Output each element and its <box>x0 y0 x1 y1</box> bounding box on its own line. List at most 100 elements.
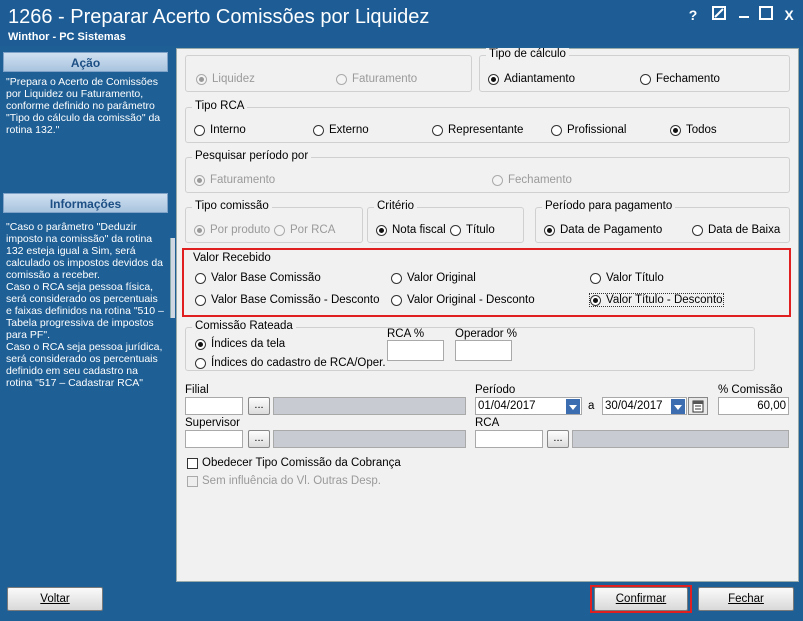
radio-dot <box>194 224 205 236</box>
rca-name-field <box>572 430 789 448</box>
left-help-panel: Ação "Prepara o Acerto de Comissões por … <box>3 50 168 582</box>
radio-dot <box>195 272 206 284</box>
radio-por-produto[interactable]: Por produto <box>194 224 270 236</box>
acao-text: "Prepara o Acerto de Comissões por Liqui… <box>6 76 161 136</box>
radio-dot <box>450 224 461 236</box>
radio-por-rca[interactable]: Por RCA <box>274 224 335 236</box>
criterio-title: Critério <box>374 200 418 212</box>
window-subtitle: Winthor - PC Sistemas <box>8 31 126 43</box>
radio-todos[interactable]: Todos <box>670 124 717 136</box>
window-title: 1266 - Preparar Acerto Comissões por Liq… <box>8 6 430 28</box>
maximize-button[interactable] <box>757 6 775 24</box>
radio-data-baixa[interactable]: Data de Baixa <box>692 224 780 236</box>
periodo-a-label: a <box>588 400 595 412</box>
radio-valor-base-comissao[interactable]: Valor Base Comissão <box>195 272 321 284</box>
acao-header: Ação <box>3 52 168 72</box>
rca-pct-input[interactable] <box>387 340 444 361</box>
radio-nota-fiscal[interactable]: Nota fiscal <box>376 224 446 236</box>
radio-interno[interactable]: Interno <box>194 124 246 136</box>
radio-dot <box>590 272 601 284</box>
radio-dot <box>670 124 681 136</box>
radio-faturamento[interactable]: Faturamento <box>336 73 417 85</box>
checkbox-box <box>187 457 198 469</box>
radio-titulo[interactable]: Título <box>450 224 495 236</box>
radio-dot <box>590 294 601 306</box>
rca-label: RCA <box>475 417 500 429</box>
pesquisar-periodo-group: Pesquisar período por Faturamento Fecham… <box>185 150 790 193</box>
supervisor-code-input[interactable] <box>185 430 243 448</box>
main-form: Liquidez Faturamento Tipo de cálculo Adi… <box>176 48 799 582</box>
title-bar: 1266 - Preparar Acerto Comissões por Liq… <box>0 0 803 46</box>
periodo-ate-input[interactable]: 30/04/2017 <box>602 397 687 415</box>
calendar-icon[interactable] <box>688 397 708 415</box>
radio-dot <box>196 73 207 85</box>
periodo-ate-value: 30/04/2017 <box>605 400 663 412</box>
tipo-comissao-title: Tipo comissão <box>192 200 272 212</box>
radio-fechamento[interactable]: Fechamento <box>640 73 720 85</box>
filial-name-field <box>273 397 466 415</box>
radio-pesq-faturamento[interactable]: Faturamento <box>194 174 275 186</box>
help-button[interactable]: ? <box>684 6 702 24</box>
sem-influencia-checkbox[interactable]: Sem influência do Vl. Outras Desp. <box>187 475 381 487</box>
tipo-calculo-title: Tipo de cálculo <box>486 48 569 60</box>
pct-comissao-label: % Comissão <box>718 384 783 396</box>
radio-profissional[interactable]: Profissional <box>551 124 626 136</box>
periodo-de-input[interactable]: 01/04/2017 <box>475 397 582 415</box>
close-button[interactable]: X <box>780 6 798 24</box>
radio-valor-titulo[interactable]: Valor Título <box>590 272 664 284</box>
tipo-rca-group: Tipo RCA Interno Externo Representante P… <box>185 100 790 143</box>
tipo-calculo-group: Tipo de cálculo Adiantamento Fechamento <box>479 48 790 92</box>
criterio-group: Critério Nota fiscal Título <box>367 200 524 243</box>
pct-comissao-input[interactable]: 60,00 <box>718 397 789 415</box>
radio-dot <box>194 174 205 186</box>
radio-dot <box>195 294 206 306</box>
radio-liquidez[interactable]: Liquidez <box>196 73 255 85</box>
operador-pct-label: Operador % <box>455 328 518 340</box>
radio-adiantamento[interactable]: Adiantamento <box>488 73 575 85</box>
radio-dot <box>336 73 347 85</box>
operador-pct-input[interactable] <box>455 340 512 361</box>
supervisor-search-button[interactable]: ... <box>248 430 270 448</box>
fechar-button[interactable]: Fechar <box>698 587 794 611</box>
radio-indices-tela[interactable]: Índices da tela <box>195 338 285 350</box>
filial-code-input[interactable] <box>185 397 243 415</box>
panel-splitter[interactable] <box>170 238 175 318</box>
radio-dot <box>313 124 324 136</box>
informacoes-header: Informações <box>3 193 168 213</box>
resize-icon[interactable] <box>710 6 728 24</box>
radio-dot <box>194 124 205 136</box>
radio-dot <box>488 73 499 85</box>
radio-dot <box>195 338 206 350</box>
chevron-down-icon[interactable] <box>566 399 580 414</box>
checkbox-box <box>187 475 198 487</box>
rca-code-input[interactable] <box>475 430 543 448</box>
tipo-comissao-group: Tipo comissão Por produto Por RCA <box>185 200 363 243</box>
radio-valor-titulo-desconto[interactable]: Valor Título - Desconto <box>589 293 724 307</box>
supervisor-label: Supervisor <box>185 417 240 429</box>
radio-indices-cadastro[interactable]: Índices do cadastro de RCA/Oper. <box>195 357 386 369</box>
tipo-rca-title: Tipo RCA <box>192 100 248 112</box>
radio-dot <box>692 224 703 236</box>
voltar-button[interactable]: Voltar <box>7 587 103 611</box>
radio-valor-base-comissao-desconto[interactable]: Valor Base Comissão - Desconto <box>195 294 380 306</box>
filial-label: Filial <box>185 384 209 396</box>
rca-search-button[interactable]: ... <box>547 430 569 448</box>
radio-dot <box>551 124 562 136</box>
radio-dot <box>432 124 443 136</box>
valor-recebido-title: Valor Recebido <box>193 252 271 264</box>
radio-dot <box>274 224 285 236</box>
rca-pct-label: RCA % <box>387 328 425 340</box>
radio-data-pagamento[interactable]: Data de Pagamento <box>544 224 662 236</box>
periodo-de-value: 01/04/2017 <box>478 400 536 412</box>
confirmar-button[interactable]: Confirmar <box>594 587 688 611</box>
minimize-button[interactable] <box>735 6 753 24</box>
filial-search-button[interactable]: ... <box>248 397 270 415</box>
radio-externo[interactable]: Externo <box>313 124 369 136</box>
chevron-down-icon[interactable] <box>671 399 685 414</box>
radio-valor-original[interactable]: Valor Original <box>391 272 476 284</box>
obedecer-tipo-comissao-checkbox[interactable]: Obedecer Tipo Comissão da Cobrança <box>187 457 401 469</box>
radio-representante[interactable]: Representante <box>432 124 523 136</box>
radio-valor-original-desconto[interactable]: Valor Original - Desconto <box>391 294 535 306</box>
radio-dot <box>492 174 503 186</box>
radio-pesq-fechamento[interactable]: Fechamento <box>492 174 572 186</box>
